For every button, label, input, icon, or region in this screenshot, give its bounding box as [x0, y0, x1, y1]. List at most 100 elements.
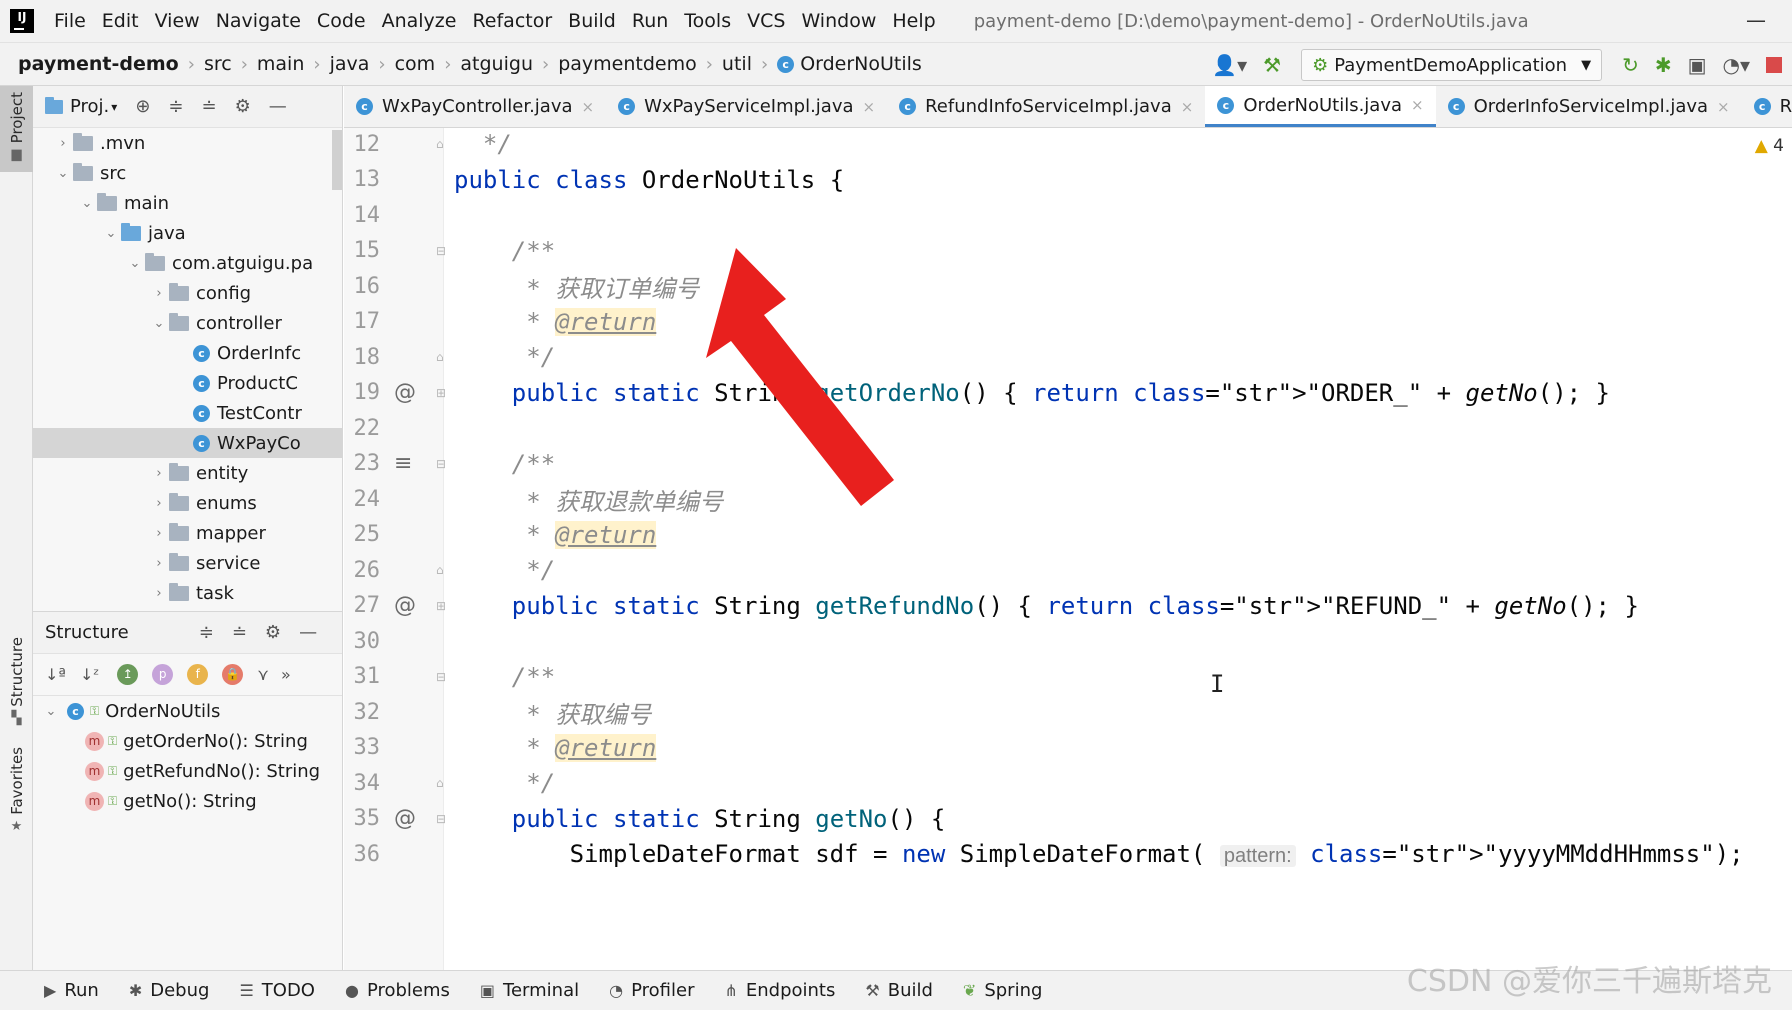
tree-class-item[interactable]: c ProductC: [33, 368, 342, 398]
debug-tool-button[interactable]: ✱ Debug: [129, 980, 210, 1001]
stop-icon[interactable]: [1766, 57, 1782, 73]
tab-orderinfoserviceimpl[interactable]: c OrderInfoServiceImpl.java ×: [1436, 86, 1742, 127]
chevron-down-icon[interactable]: ⌄: [53, 166, 73, 181]
menu-help[interactable]: Help: [884, 10, 943, 32]
terminal-tool-button[interactable]: ▣ Terminal: [480, 980, 579, 1001]
todo-tool-button[interactable]: ☰ TODO: [239, 980, 315, 1001]
chevron-right-icon[interactable]: ›: [149, 526, 169, 541]
breadcrumb-project[interactable]: payment-demo: [18, 53, 179, 75]
tree-class-item[interactable]: c TestContr: [33, 398, 342, 428]
breadcrumb-src[interactable]: src: [204, 53, 232, 75]
structure-method-row[interactable]: m ⚿ getNo(): String: [33, 786, 342, 816]
tab-wxpaycontroller[interactable]: c WxPayController.java ×: [344, 86, 606, 127]
chevron-down-icon[interactable]: ⌄: [125, 256, 145, 271]
menu-refactor[interactable]: Refactor: [464, 10, 560, 32]
tab-ordernoutils[interactable]: c OrderNoUtils.java ×: [1205, 86, 1436, 127]
tree-folder-item[interactable]: › .mvn: [33, 128, 342, 158]
tab-refundinfoserviceimpl[interactable]: c RefundInfoServiceImpl.java ×: [887, 86, 1205, 127]
tree-folder-item[interactable]: ⌄ main: [33, 188, 342, 218]
tree-folder-item[interactable]: › config: [33, 278, 342, 308]
close-icon[interactable]: ×: [1717, 98, 1730, 116]
user-icon[interactable]: 👤▾: [1212, 53, 1247, 77]
code-line[interactable]: 23 ≡ ⊟ /**: [344, 444, 1792, 484]
tree-class-item[interactable]: c WxPayCo: [33, 428, 342, 458]
run-configuration-select[interactable]: ⚙ PaymentDemoApplication ▼: [1301, 49, 1603, 81]
code-line[interactable]: 14: [344, 195, 1792, 235]
code-line[interactable]: 33 * @return: [344, 728, 1792, 768]
code-line[interactable]: 19 @ ⊞ public static String getOrderNo() {…: [344, 373, 1792, 413]
fold-toggle-icon[interactable]: ⊟: [436, 244, 446, 258]
code-line[interactable]: 35 @ ⊟ public static String getNo() {: [344, 799, 1792, 839]
tree-folder-item[interactable]: › mapper: [33, 518, 342, 548]
code-line[interactable]: 31 ⊟ /**: [344, 657, 1792, 697]
tree-folder-item[interactable]: › enums: [33, 488, 342, 518]
spring-tool-button[interactable]: ❦ Spring: [963, 980, 1043, 1001]
structure-tool-tab[interactable]: Structure ▚: [0, 631, 33, 731]
chevron-right-icon[interactable]: ›: [149, 496, 169, 511]
structure-class-row[interactable]: ⌄ c ⚿ OrderNoUtils: [33, 696, 342, 726]
profiler-icon[interactable]: ◔▾: [1723, 53, 1751, 77]
profiler-tool-button[interactable]: ◔ Profiler: [609, 980, 694, 1001]
structure-method-row[interactable]: m ⚿ getOrderNo(): String: [33, 726, 342, 756]
breadcrumb-main[interactable]: main: [257, 53, 304, 75]
chevron-right-icon[interactable]: ›: [53, 136, 73, 151]
show-inherited-icon[interactable]: ↥: [117, 664, 139, 685]
close-icon[interactable]: ×: [863, 98, 876, 116]
scrollbar[interactable]: [332, 130, 342, 190]
tree-folder-item[interactable]: › task: [33, 578, 342, 608]
chevron-down-icon[interactable]: ⌄: [149, 316, 169, 331]
annotation-gutter-icon[interactable]: @: [394, 593, 416, 618]
breadcrumb-atguigu[interactable]: atguigu: [460, 53, 533, 75]
fold-toggle-icon[interactable]: ⌂: [436, 350, 444, 364]
code-line[interactable]: 27 @ ⊞ public static String getRefundNo() …: [344, 586, 1792, 626]
collapse-all-icon[interactable]: ≐: [232, 622, 247, 643]
favorites-tool-tab[interactable]: Favorites ★: [0, 741, 33, 846]
inspection-widget[interactable]: ▲ 4: [1755, 136, 1784, 156]
tree-class-item[interactable]: c OrderInfc: [33, 338, 342, 368]
code-line[interactable]: 25 * @return: [344, 515, 1792, 555]
menu-view[interactable]: View: [147, 10, 208, 32]
menu-file[interactable]: File: [46, 10, 94, 32]
rerun-icon[interactable]: ↻: [1622, 53, 1639, 77]
hide-icon[interactable]: —: [269, 96, 287, 117]
code-line[interactable]: 16 * 获取订单编号: [344, 266, 1792, 306]
code-line[interactable]: 13 public class OrderNoUtils {: [344, 160, 1792, 200]
collapse-all-icon[interactable]: ≐: [202, 96, 217, 117]
close-icon[interactable]: ×: [1181, 98, 1194, 116]
code-line[interactable]: 22: [344, 408, 1792, 448]
menu-run[interactable]: Run: [624, 10, 676, 32]
fold-toggle-icon[interactable]: ⊟: [436, 812, 446, 826]
code-line[interactable]: 34 ⌂ */: [344, 763, 1792, 803]
fold-toggle-icon[interactable]: ⊟: [436, 457, 446, 471]
breadcrumb-java[interactable]: java: [330, 53, 370, 75]
build-tool-button[interactable]: ⚒ Build: [865, 980, 933, 1001]
hide-icon[interactable]: —: [299, 622, 317, 643]
structure-method-row[interactable]: m ⚿ getRefundNo(): String: [33, 756, 342, 786]
code-line[interactable]: 32 * 获取编号: [344, 692, 1792, 732]
fold-toggle-icon[interactable]: ⊞: [436, 386, 446, 400]
minimize-icon[interactable]: —: [1746, 8, 1766, 32]
breadcrumb-com[interactable]: com: [395, 53, 436, 75]
menu-navigate[interactable]: Navigate: [208, 10, 309, 32]
tab-wxpayserviceimpl[interactable]: c WxPayServiceImpl.java ×: [606, 86, 887, 127]
chevron-right-icon[interactable]: ›: [149, 556, 169, 571]
close-icon[interactable]: ×: [1411, 96, 1424, 114]
tree-folder-item[interactable]: › service: [33, 548, 342, 578]
gear-icon[interactable]: ⚙: [235, 96, 251, 117]
problems-tool-button[interactable]: ● Problems: [345, 980, 450, 1001]
menu-tools[interactable]: Tools: [676, 10, 739, 32]
code-editor[interactable]: 12 ⌂ */ 13 public class OrderNoUtils {14 15 ⊟…: [344, 128, 1792, 970]
fold-toggle-icon[interactable]: ⌂: [436, 563, 444, 577]
build-hammer-icon[interactable]: ⚒: [1263, 53, 1281, 77]
tree-folder-item[interactable]: ⌄ controller: [33, 308, 342, 338]
code-line[interactable]: 24 * 获取退款单编号: [344, 479, 1792, 519]
breadcrumb-class[interactable]: OrderNoUtils: [800, 53, 922, 75]
tree-folder-item[interactable]: ⌄ java: [33, 218, 342, 248]
tree-folder-item[interactable]: › entity: [33, 458, 342, 488]
menu-analyze[interactable]: Analyze: [374, 10, 465, 32]
code-line[interactable]: 17 * @return: [344, 302, 1792, 342]
show-properties-icon[interactable]: p: [152, 664, 174, 685]
menu-edit[interactable]: Edit: [94, 10, 147, 32]
chevron-down-icon[interactable]: ⌄: [77, 196, 97, 211]
tree-folder-item[interactable]: ⌄ com.atguigu.pa: [33, 248, 342, 278]
